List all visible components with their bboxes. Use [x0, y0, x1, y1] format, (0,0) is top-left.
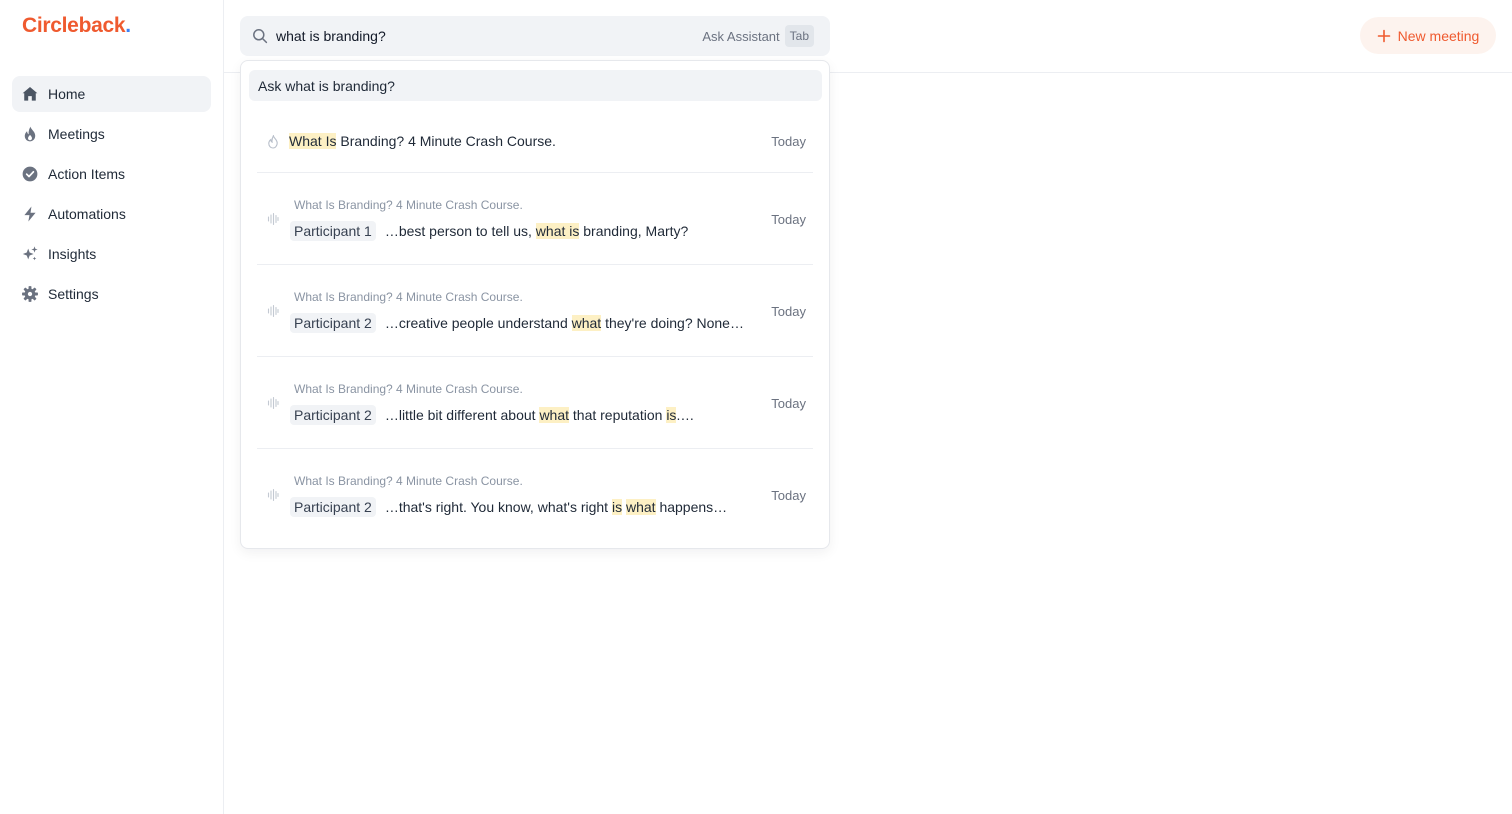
result-meeting-title: What Is Branding? 4 Minute Crash Course. [294, 290, 523, 304]
sparkles-icon [21, 245, 39, 263]
snippet-highlight: is [611, 499, 623, 515]
result-meeting-title: What Is Branding? 4 Minute Crash Course. [294, 198, 523, 212]
snippet-highlight: what is [535, 223, 580, 239]
result-date: Today [771, 134, 806, 149]
snippet-highlight: what [625, 499, 656, 515]
sidebar-item-label: Automations [48, 206, 126, 222]
result-snippet: …that's right. You know, what's right is… [385, 499, 727, 515]
speaker-chip: Participant 2 [290, 405, 376, 425]
sidebar-item-label: Action Items [48, 166, 126, 182]
app-logo[interactable]: Circleback. [22, 14, 131, 38]
sidebar-item-settings[interactable]: Settings [12, 276, 211, 312]
sidebar: Circleback. Home Meetings Action Items A… [0, 0, 224, 814]
ask-assistant-row[interactable]: Ask what is branding? [249, 70, 822, 101]
bolt-icon [21, 205, 39, 223]
sidebar-item-label: Settings [48, 286, 99, 302]
new-meeting-button[interactable]: New meeting [1360, 17, 1496, 54]
logo-text: Circleback [22, 14, 126, 37]
snippet-text: happens… [655, 499, 728, 515]
snippet-highlight: what [571, 315, 602, 331]
waveform-icon [267, 396, 279, 410]
result-meeting-title: What Is Branding? 4 Minute Crash Course. [294, 474, 523, 488]
result-snippet-line: Participant 2 …little bit different abou… [290, 405, 694, 425]
tab-key-hint: Tab [784, 25, 814, 47]
result-snippet: …best person to tell us, what is brandin… [384, 223, 689, 239]
sidebar-item-home[interactable]: Home [12, 76, 211, 112]
sidebar-item-action-items[interactable]: Action Items [12, 156, 211, 192]
result-snippet-line: Participant 2 …creative people understan… [290, 313, 744, 333]
search-icon [252, 28, 268, 44]
search-bar[interactable]: Ask Assistant Tab [240, 16, 830, 56]
snippet-text: they're doing? None… [601, 315, 744, 331]
snippet-text: …little bit different about [384, 407, 540, 423]
sidebar-item-insights[interactable]: Insights [12, 236, 211, 272]
sidebar-item-automations[interactable]: Automations [12, 196, 211, 232]
search-results-dropdown: Ask what is branding? What Is Branding? … [240, 60, 830, 549]
result-snippet-line: Participant 2 …that's right. You know, w… [290, 497, 727, 517]
home-icon [21, 85, 39, 103]
result-snippet: …little bit different about what that re… [384, 407, 695, 423]
sidebar-item-label: Insights [48, 246, 97, 262]
result-title-text: Branding? 4 Minute Crash Course. [336, 133, 556, 149]
speaker-chip: Participant 2 [290, 313, 376, 333]
snippet-text: …best person to tell us, [384, 223, 536, 239]
result-date: Today [771, 396, 806, 411]
result-date: Today [771, 488, 806, 503]
flame-icon [267, 135, 279, 149]
snippet-text: branding, Marty? [579, 223, 689, 239]
speaker-chip: Participant 2 [290, 497, 376, 517]
result-date: Today [771, 212, 806, 227]
sidebar-item-label: Meetings [48, 126, 105, 142]
result-date: Today [771, 304, 806, 319]
snippet-text: .… [676, 407, 695, 423]
snippet-text: that reputation [569, 407, 667, 423]
speaker-chip: Participant 1 [290, 221, 376, 241]
result-title: What Is Branding? 4 Minute Crash Course. [289, 133, 556, 149]
gear-icon [21, 285, 39, 303]
check-circle-icon [21, 165, 39, 183]
search-result-transcript[interactable]: What Is Branding? 4 Minute Crash Course.… [257, 449, 813, 541]
snippet-text: …that's right. You know, what's right [384, 499, 612, 515]
logo-dot: . [125, 14, 131, 37]
search-result-transcript[interactable]: What Is Branding? 4 Minute Crash Course.… [257, 173, 813, 265]
flame-icon [21, 125, 39, 143]
snippet-highlight: is [666, 407, 677, 423]
search-input[interactable] [276, 28, 703, 44]
search-result-transcript[interactable]: What Is Branding? 4 Minute Crash Course.… [257, 265, 813, 357]
plus-icon [1377, 29, 1391, 43]
waveform-icon [267, 304, 279, 318]
result-meeting-title: What Is Branding? 4 Minute Crash Course. [294, 382, 523, 396]
snippet-text: …creative people understand [384, 315, 572, 331]
ask-assistant-label: Ask Assistant [702, 28, 780, 44]
sidebar-item-label: Home [48, 86, 86, 102]
snippet-highlight: what [539, 407, 570, 423]
waveform-icon [267, 212, 279, 226]
new-meeting-label: New meeting [1397, 27, 1480, 44]
search-result-transcript[interactable]: What Is Branding? 4 Minute Crash Course.… [257, 357, 813, 449]
search-result-meeting[interactable]: What Is Branding? 4 Minute Crash Course.… [257, 113, 813, 173]
sidebar-nav: Home Meetings Action Items Automations I… [12, 76, 211, 316]
sidebar-item-meetings[interactable]: Meetings [12, 116, 211, 152]
result-snippet-line: Participant 1 …best person to tell us, w… [290, 221, 688, 241]
result-snippet: …creative people understand what they're… [385, 315, 744, 331]
waveform-icon [267, 488, 279, 502]
result-title-highlight: What Is [289, 133, 337, 149]
